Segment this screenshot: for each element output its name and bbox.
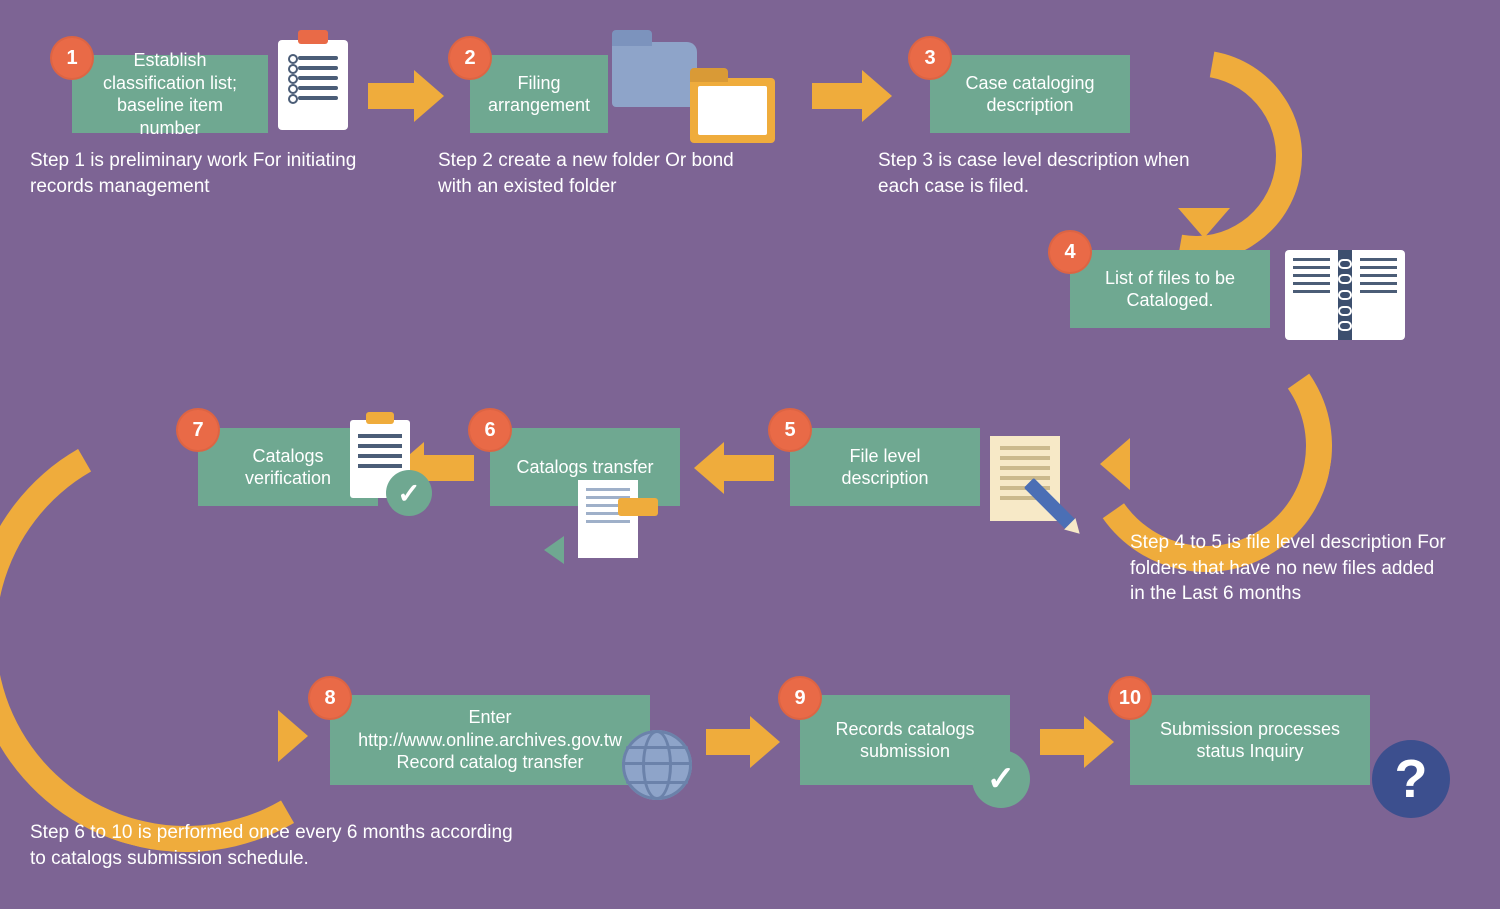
step-2-caption: Step 2 create a new folder Or bond with … xyxy=(438,148,758,199)
step-4-number: 4 xyxy=(1048,230,1092,274)
arrow-7-8-head xyxy=(278,710,308,762)
question-mark-icon: ? xyxy=(1372,740,1450,818)
step-1-caption: Step 1 is preliminary work For initiatin… xyxy=(30,148,370,199)
arrow-3-4-head xyxy=(1178,208,1230,238)
step-3-number: 3 xyxy=(908,36,952,80)
footer-caption: Step 6 to 10 is performed once every 6 m… xyxy=(30,820,530,871)
arrow-4-5-head xyxy=(1100,438,1130,490)
step-4-box: List of files to be Cataloged. xyxy=(1070,250,1270,328)
step-10-number: 10 xyxy=(1108,676,1152,720)
checkmark-badge-icon: ✓ xyxy=(972,750,1030,808)
arrow-9-10 xyxy=(1040,716,1114,768)
step-1-number: 1 xyxy=(50,36,94,80)
checkmark-badge-icon: ✓ xyxy=(386,470,432,516)
arrow-8-9 xyxy=(706,716,780,768)
clipboard-icon xyxy=(278,40,348,130)
paper-pencil-icon xyxy=(990,436,1060,521)
step-1-box: Establish classification list; baseline … xyxy=(72,55,268,133)
step-2-box: Filing arrangement xyxy=(470,55,608,133)
step-5-box: File level description xyxy=(790,428,980,506)
folder-open-icon xyxy=(690,78,775,143)
step-4-5-caption: Step 4 to 5 is file level description Fo… xyxy=(1130,530,1450,607)
step-9-number: 9 xyxy=(778,676,822,720)
folder-closed-icon xyxy=(612,42,697,107)
document-transfer-icon xyxy=(578,480,638,558)
step-10-box: Submission processes status Inquiry xyxy=(1130,695,1370,785)
globe-icon xyxy=(622,730,692,800)
arrow-2-3 xyxy=(812,70,892,122)
step-8-box: Enter http://www.online.archives.gov.tw … xyxy=(330,695,650,785)
step-6-number: 6 xyxy=(468,408,512,452)
mini-arrow-icon xyxy=(544,536,564,564)
flow-diagram: Establish classification list; baseline … xyxy=(0,0,1500,909)
arrow-5-6 xyxy=(694,442,774,494)
step-2-number: 2 xyxy=(448,36,492,80)
arrow-1-2 xyxy=(368,70,444,122)
step-8-number: 8 xyxy=(308,676,352,720)
step-5-number: 5 xyxy=(768,408,812,452)
notebook-icon xyxy=(1285,250,1405,340)
